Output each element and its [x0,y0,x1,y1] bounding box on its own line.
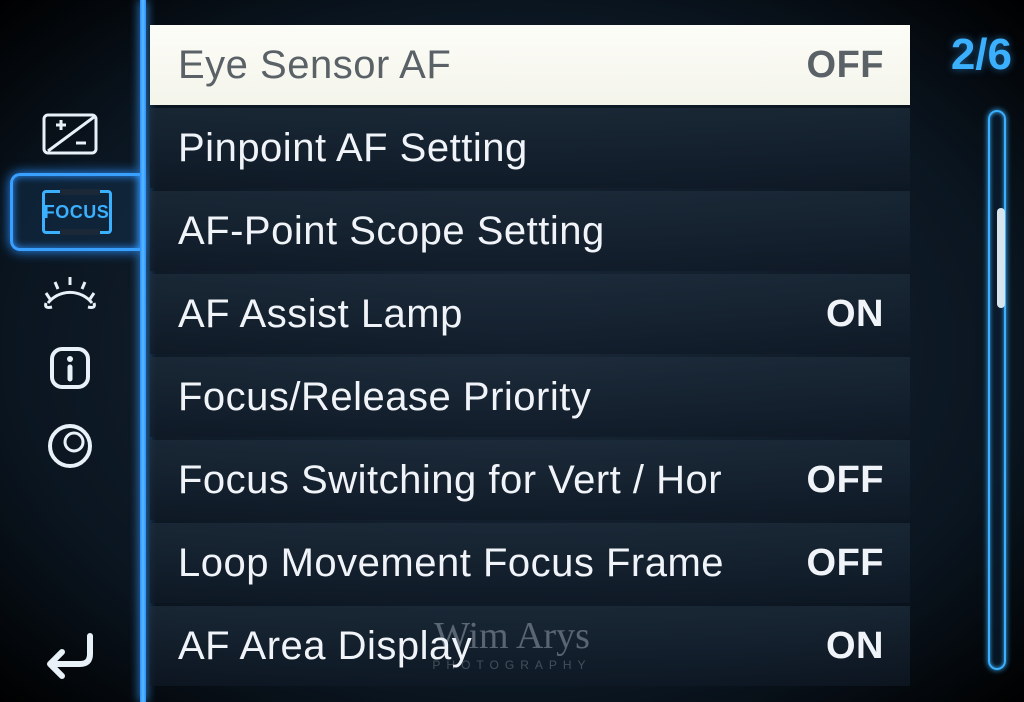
menu-item-label: AF Assist Lamp [178,292,463,337]
info-icon [38,341,102,395]
menu-item-loop-movement-focus-frame[interactable]: Loop Movement Focus Frame OFF [150,523,910,603]
menu-item-value: ON [826,293,884,336]
menu-item-value: OFF [807,44,884,87]
menu-item-value: OFF [807,459,884,502]
sidebar-tab-focus[interactable]: FOCUS [10,173,140,251]
sidebar-tab-exposure[interactable] [0,95,140,173]
focus-icon: FOCUS [42,190,112,234]
scrollbar[interactable] [988,110,1006,670]
menu-list: Eye Sensor AF OFF Pinpoint AF Setting AF… [150,25,910,689]
menu-item-label: Loop Movement Focus Frame [178,541,724,586]
menu-item-label: Focus Switching for Vert / Hor [178,458,722,503]
menu-item-pinpoint-af-setting[interactable]: Pinpoint AF Setting [150,108,910,188]
page-counter: 2/6 [951,30,1012,80]
focus-icon-label: FOCUS [44,202,110,223]
menu-item-label: AF-Point Scope Setting [178,209,605,254]
menu-item-value: OFF [807,542,884,585]
menu-item-focus-release-priority[interactable]: Focus/Release Priority [150,357,910,437]
menu-item-label: Pinpoint AF Setting [178,126,528,171]
back-arrow-icon [30,622,110,682]
exposure-comp-icon [38,107,102,161]
lens-icon [38,419,102,473]
sidebar-tab-lens[interactable] [0,407,140,485]
menu-item-label: Focus/Release Priority [178,375,591,420]
menu-item-label: AF Area Display [178,624,472,669]
menu-item-label: Eye Sensor AF [178,43,451,88]
menu-item-focus-switching-vert-hor[interactable]: Focus Switching for Vert / Hor OFF [150,440,910,520]
gear-dial-icon [38,263,102,317]
scrollbar-thumb[interactable] [997,208,1005,308]
sidebar-tab-info[interactable] [0,329,140,407]
menu-item-value: ON [826,625,884,668]
menu-item-eye-sensor-af[interactable]: Eye Sensor AF OFF [150,25,910,105]
sidebar-tab-gear[interactable] [0,251,140,329]
back-button[interactable] [0,612,140,692]
sidebar-divider [140,0,146,702]
sidebar-tabs: FOCUS [0,0,140,702]
menu-item-af-assist-lamp[interactable]: AF Assist Lamp ON [150,274,910,354]
menu-item-af-point-scope-setting[interactable]: AF-Point Scope Setting [150,191,910,271]
menu-item-af-area-display[interactable]: AF Area Display ON [150,606,910,686]
